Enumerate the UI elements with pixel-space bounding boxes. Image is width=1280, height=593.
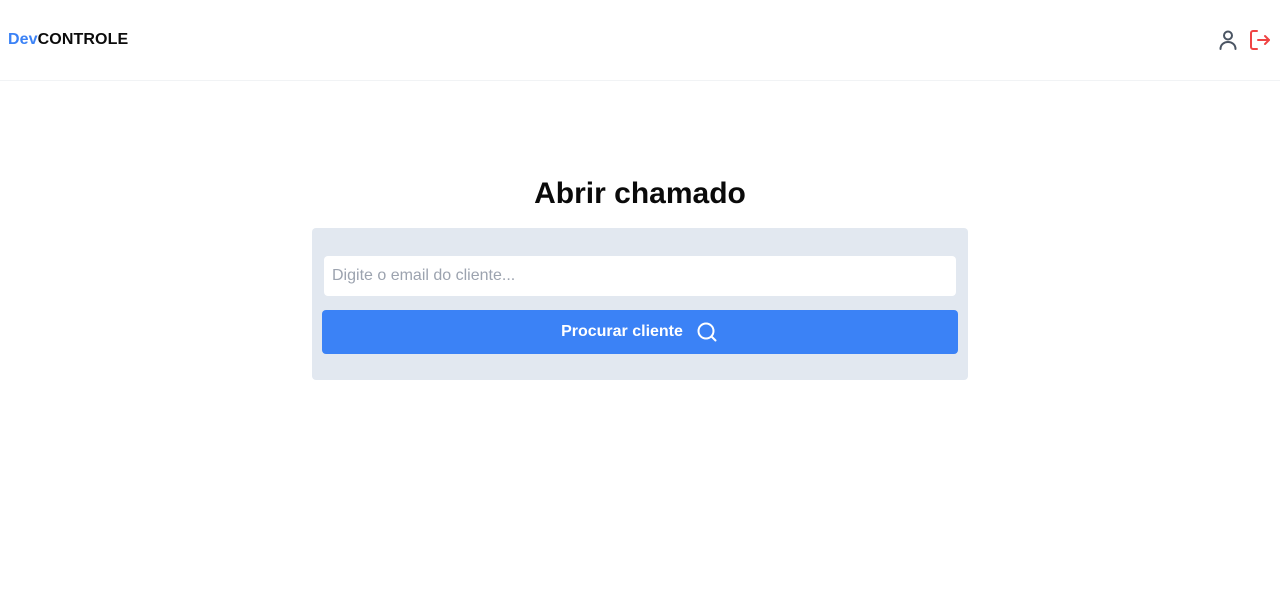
logout-button[interactable] [1248,28,1272,52]
search-icon [695,320,719,344]
app-logo[interactable]: Dev CONTROLE [8,30,128,50]
client-email-input[interactable] [324,256,956,296]
user-icon [1219,30,1237,50]
page-title: Abrir chamado [534,177,746,210]
header-actions [1216,28,1272,52]
profile-button[interactable] [1216,28,1240,52]
logo-prefix: Dev [8,31,38,48]
search-panel: Procurar cliente [312,228,968,380]
logo-suffix: CONTROLE [37,31,129,48]
search-client-button[interactable]: Procurar cliente [322,310,958,354]
app-header: Dev CONTROLE [0,0,1280,81]
search-client-button-label: Procurar cliente [561,323,683,340]
logout-icon [1250,30,1270,50]
